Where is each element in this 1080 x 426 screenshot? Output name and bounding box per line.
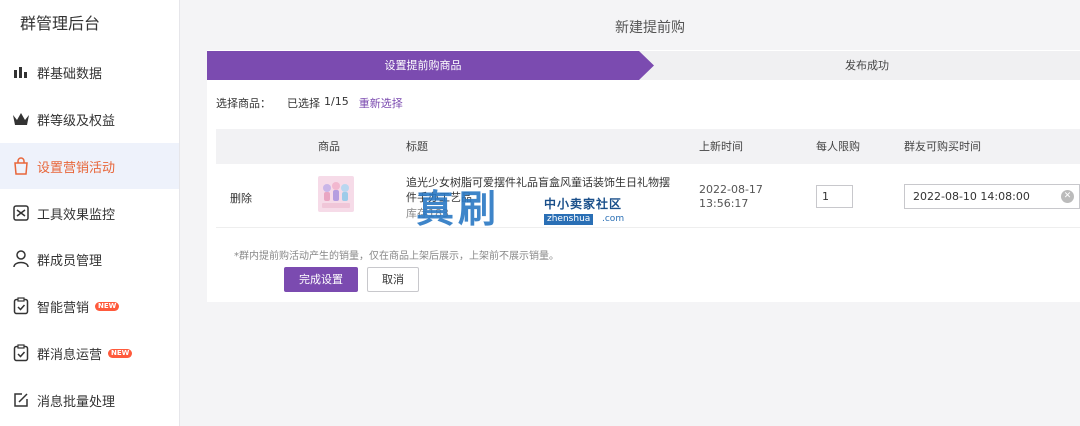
- product-selection-row: 选择商品： 已选择 1/15 重新选择: [216, 95, 403, 111]
- edit-icon: [12, 391, 30, 409]
- selected-text: 已选择: [287, 97, 320, 110]
- product-thumbnail: [318, 176, 354, 212]
- sidebar-item-label: 群成员管理: [37, 253, 103, 269]
- buy-time-input[interactable]: 2022-08-10 14:08:00: [904, 184, 1080, 209]
- sidebar-item-label: 群基础数据: [37, 66, 103, 82]
- cancel-button[interactable]: 取消: [367, 267, 419, 292]
- select-product-label: 选择商品：: [216, 97, 271, 110]
- clear-icon[interactable]: ✕: [1061, 190, 1074, 203]
- step-label-current: 设置提前购商品: [384, 59, 462, 72]
- clipboard-check-icon: [12, 344, 30, 362]
- app-title: 群管理后台: [20, 14, 101, 33]
- sidebar-item-label: 消息批量处理: [37, 394, 116, 410]
- sidebar: 群管理后台 群基础数据 群等级及权益 设置营销活动 工具效果监控 群成员管理 智…: [0, 0, 180, 426]
- monitor-icon: [12, 204, 30, 222]
- table-row: 删除 追光少女树脂可爱摆件礼品盲盒风童话装饰生日礼物摆件手办工艺品 库存183 …: [216, 164, 1080, 228]
- sidebar-item-batch-messages[interactable]: 消息批量处理: [0, 377, 179, 423]
- sidebar-item-label: 群消息运营: [37, 347, 103, 363]
- crown-icon: [12, 110, 30, 128]
- bar-chart-icon: [12, 63, 30, 81]
- product-stock: 库存183: [406, 207, 449, 220]
- column-header-limit: 每人限购: [816, 140, 860, 153]
- sidebar-item-smart-marketing[interactable]: 智能营销 NEW: [0, 283, 179, 329]
- sidebar-item-label: 设置营销活动: [37, 160, 116, 176]
- user-icon: [12, 250, 30, 268]
- product-title: 追光少女树脂可爱摆件礼品盲盒风童话装饰生日礼物摆件手办工艺品: [406, 176, 670, 204]
- page-title: 新建提前购: [615, 20, 685, 36]
- delete-link[interactable]: 删除: [230, 190, 252, 206]
- column-header-launch-time: 上新时间: [699, 140, 743, 153]
- sidebar-item-label: 群等级及权益: [37, 113, 116, 129]
- shopping-bag-icon: [12, 157, 30, 175]
- complete-setup-button[interactable]: 完成设置: [284, 267, 358, 292]
- step-progress: 设置提前购商品 发布成功: [207, 51, 1080, 80]
- new-badge: NEW: [95, 301, 120, 311]
- clipboard-check-icon: [12, 297, 30, 315]
- sales-note: *群内提前购活动产生的销量，仅在商品上架后展示，上架前不展示销量。: [234, 251, 559, 262]
- column-header-title: 标题: [406, 140, 428, 153]
- column-header-buy-time: 群友可购买时间: [904, 140, 981, 153]
- sidebar-item-message-ops[interactable]: 群消息运营 NEW: [0, 330, 179, 376]
- reselect-link[interactable]: 重新选择: [359, 95, 403, 111]
- table-header: 商品 标题 上新时间 每人限购 群友可购买时间: [216, 129, 1080, 164]
- sidebar-item-label: 智能营销: [37, 300, 90, 316]
- new-badge: NEW: [108, 348, 133, 358]
- sidebar-item-basic-data[interactable]: 群基础数据: [0, 49, 179, 95]
- sidebar-item-tool-monitor[interactable]: 工具效果监控: [0, 190, 179, 236]
- launch-time: 2022-08-17 13:56:17: [699, 183, 763, 210]
- selected-count: 1/15: [324, 95, 349, 108]
- column-header-product: 商品: [318, 140, 340, 153]
- step-label-next: 发布成功: [845, 59, 889, 72]
- purchase-limit-input[interactable]: 1: [816, 185, 853, 208]
- sidebar-item-level-rights[interactable]: 群等级及权益: [0, 96, 179, 142]
- sidebar-item-label: 工具效果监控: [37, 207, 116, 223]
- sidebar-item-marketing-activity[interactable]: 设置营销活动: [0, 143, 179, 189]
- sidebar-item-members[interactable]: 群成员管理: [0, 236, 179, 282]
